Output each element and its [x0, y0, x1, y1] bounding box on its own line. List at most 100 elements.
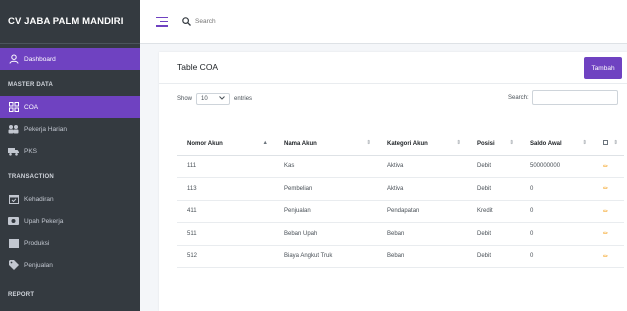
column-header-action[interactable]: ⇕ [593, 133, 624, 156]
sort-asc-icon: ▲ [262, 140, 268, 146]
cell-saldo-awal: 0 [520, 222, 593, 246]
sidebar-item-produksi[interactable]: Produksi [0, 232, 140, 254]
add-button[interactable]: Tambah [584, 57, 622, 79]
cell-nomor-akun: 113 [177, 177, 274, 201]
cell-nomor-akun: 111 [177, 155, 274, 178]
sidebar: CV JABA PALM MANDIRI Dashboard MASTER DA… [0, 0, 140, 311]
edit-pencil-icon[interactable]: ✏ [603, 186, 608, 192]
sidebar-item-pks[interactable]: PKS [0, 140, 140, 162]
sidebar-item-label: PKS [24, 147, 38, 155]
truck-icon [8, 146, 19, 157]
card-title: Table COA [177, 62, 219, 72]
edit-cell: ✏ [593, 177, 624, 201]
money-icon [8, 216, 19, 227]
sidebar-item-label: Penjualan [24, 261, 53, 269]
cell-kategori-akun: Pendapatan [377, 200, 467, 223]
sidebar-item-penjualan[interactable]: Penjualan [0, 254, 140, 276]
cell-posisi: Debit [467, 222, 520, 246]
divider [159, 83, 627, 84]
table-search: Search: [508, 90, 618, 105]
cell-saldo-awal: 0 [520, 245, 593, 268]
sidebar-item-label: Upah Pekerja [24, 217, 64, 225]
table-row: 111 Kas Aktiva Debit 500000000 ✏ [177, 155, 624, 178]
table-search-label: Search: [508, 94, 529, 101]
coa-table: Nomor Akun ▲ Nama Akun ⇕ Kategori Akun ⇕ Po… [177, 133, 624, 268]
cell-saldo-awal: 0 [520, 177, 593, 201]
menu-toggle-icon[interactable] [156, 16, 168, 27]
cell-nomor-akun: 511 [177, 222, 274, 246]
cell-posisi: Debit [467, 245, 520, 268]
search-input[interactable] [195, 18, 315, 25]
cell-posisi: Debit [467, 177, 520, 201]
cell-nama-akun: Pembelian [274, 177, 377, 201]
sidebar-item-upah-pekerja[interactable]: Upah Pekerja [0, 210, 140, 232]
sidebar-item-label: COA [24, 103, 39, 111]
top-search [182, 13, 315, 31]
cell-nomor-akun: 411 [177, 200, 274, 223]
sidebar-item-dashboard[interactable]: Dashboard [0, 48, 140, 70]
sort-icon: ⇕ [366, 140, 371, 146]
column-header[interactable]: Nama Akun ⇕ [274, 133, 377, 156]
edit-pencil-icon[interactable]: ✏ [603, 254, 608, 260]
nav-header-report: REPORT [8, 292, 35, 298]
nav-header-transaction: TRANSACTION [8, 174, 54, 180]
cell-nama-akun: Beban Upah [274, 222, 377, 246]
sidebar-item-label: Kehadiran [24, 195, 54, 203]
sort-icon: ⇕ [613, 140, 618, 146]
sidebar-item-pekerja-harian[interactable]: Pekerja Harian [0, 118, 140, 140]
cell-nama-akun: Penjualan [274, 200, 377, 223]
table-row: 512 Biaya Angkut Truk Beban Debit 0 ✏ [177, 245, 624, 268]
entries-length-control: Show 10 entries [177, 93, 252, 105]
cell-kategori-akun: Beban [377, 222, 467, 246]
cell-saldo-awal: 0 [520, 200, 593, 223]
cell-posisi: Kredit [467, 200, 520, 223]
workers-icon [8, 124, 19, 135]
sidebar-item-kehadiran[interactable]: Kehadiran [0, 188, 140, 210]
grid-icon [8, 102, 19, 113]
sort-icon: ⇕ [582, 140, 587, 146]
edit-cell: ✏ [593, 155, 624, 178]
cell-kategori-akun: Beban [377, 245, 467, 268]
chevron-down-icon [219, 96, 225, 102]
coa-card: Table COA Tambah Show 10 entries Search:… [159, 52, 627, 311]
cell-saldo-awal: 500000000 [520, 155, 593, 178]
sort-icon: ⇕ [456, 140, 461, 146]
topbar [140, 0, 627, 44]
cell-posisi: Debit [467, 155, 520, 178]
show-label: Show [177, 96, 193, 102]
column-header[interactable]: Kategori Akun ⇕ [377, 133, 467, 156]
edit-cell: ✏ [593, 245, 624, 268]
edit-pencil-icon[interactable]: ✏ [603, 231, 608, 237]
cell-nomor-akun: 512 [177, 245, 274, 268]
table-row: 113 Pembelian Aktiva Debit 0 ✏ [177, 177, 624, 201]
cell-nama-akun: Biaya Angkut Truk [274, 245, 377, 268]
edit-cell: ✏ [593, 222, 624, 246]
table-row: 511 Beban Upah Beban Debit 0 ✏ [177, 222, 624, 246]
user-icon [8, 54, 19, 65]
brand-title: CV JABA PALM MANDIRI [0, 0, 140, 44]
sidebar-item-coa[interactable]: COA [0, 96, 140, 118]
column-header[interactable]: Posisi ⇕ [467, 133, 520, 156]
entries-select-value: 10 [201, 96, 208, 102]
edit-pencil-icon[interactable]: ✏ [603, 209, 608, 215]
search-icon[interactable] [182, 13, 191, 31]
entries-select[interactable]: 10 [196, 93, 231, 105]
box-icon [8, 238, 19, 249]
column-header[interactable]: Nomor Akun ▲ [177, 133, 274, 156]
edit-cell: ✏ [593, 200, 624, 223]
table-row: 411 Penjualan Pendapatan Kredit 0 ✏ [177, 200, 624, 223]
tag-icon [8, 260, 19, 271]
sort-icon: ⇕ [509, 140, 514, 146]
nav-header-master: MASTER DATA [8, 82, 53, 88]
checkbox-icon [603, 140, 608, 146]
entries-label: entries [234, 96, 253, 102]
calendar-check-icon [8, 194, 19, 205]
column-header[interactable]: Saldo Awal ⇕ [520, 133, 593, 156]
edit-pencil-icon[interactable]: ✏ [603, 164, 608, 170]
sidebar-item-label: Pekerja Harian [24, 125, 67, 133]
table-header-row: Nomor Akun ▲ Nama Akun ⇕ Kategori Akun ⇕ Po… [177, 133, 624, 156]
cell-kategori-akun: Aktiva [377, 155, 467, 178]
cell-kategori-akun: Aktiva [377, 177, 467, 201]
table-search-input[interactable] [531, 90, 618, 105]
sidebar-item-label: Dashboard [24, 55, 56, 63]
